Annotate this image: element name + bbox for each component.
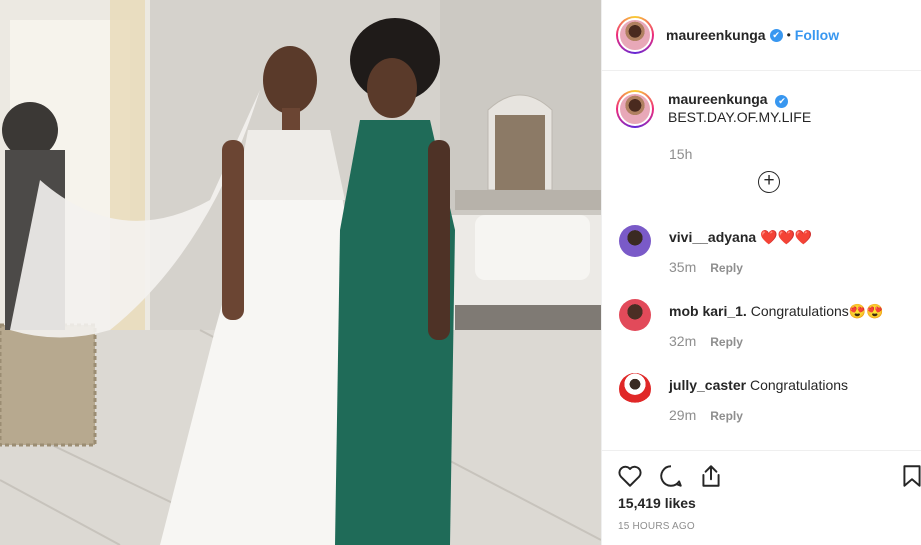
comment-text: Congratulations😍😍 (746, 303, 884, 319)
bookmark-icon[interactable] (899, 463, 921, 489)
comment-text: Congratulations (746, 377, 849, 393)
likes-count[interactable]: 15,419 likes (618, 495, 696, 511)
reply-button[interactable]: Reply (710, 335, 743, 349)
caption-text: BEST.DAY.OF.MY.LIFE (668, 109, 812, 125)
comment-avatar[interactable] (619, 373, 651, 405)
heart-icon[interactable] (617, 463, 643, 489)
reply-button[interactable]: Reply (710, 261, 743, 275)
reply-button[interactable]: Reply (710, 409, 743, 423)
comment-bubble-icon[interactable] (658, 463, 684, 489)
caption-username[interactable]: maureenkunga (668, 91, 768, 107)
plus-circle-icon[interactable]: + (758, 171, 780, 193)
header-separator: • (786, 28, 791, 42)
comment-age[interactable]: 32m (669, 333, 696, 349)
photo-illustration (0, 0, 601, 545)
post-caption: maureenkunga ✔ BEST.DAY.OF.MY.LIFE (616, 90, 811, 128)
author-username[interactable]: maureenkunga (666, 27, 766, 43)
comment-age[interactable]: 29m (669, 407, 696, 423)
comment-age[interactable]: 35m (669, 259, 696, 275)
comment-text: ❤️❤️❤️ (756, 229, 813, 245)
post-timestamp[interactable]: 15 HOURS AGO (618, 521, 695, 532)
post-photo[interactable] (0, 0, 601, 545)
caption-avatar[interactable] (616, 90, 654, 128)
post-header: maureenkunga ✔ • Follow (602, 0, 921, 71)
verified-badge-icon: ✔ (769, 28, 783, 42)
share-icon[interactable] (698, 463, 724, 489)
comment-avatar[interactable] (619, 299, 651, 331)
comment-username[interactable]: jully_caster (669, 377, 746, 393)
follow-button[interactable]: Follow (795, 27, 839, 43)
author-avatar[interactable] (616, 16, 654, 54)
comment-username[interactable]: vivi__adyana (669, 229, 756, 245)
comment-avatar[interactable] (619, 225, 651, 257)
caption-verified-badge-icon: ✔ (775, 95, 789, 108)
post-sidebar: maureenkunga ✔ • Follow maureenkunga ✔ B… (601, 0, 921, 545)
comment-username[interactable]: mob kari_1. (669, 303, 747, 319)
caption-time[interactable]: 15h (669, 146, 692, 162)
